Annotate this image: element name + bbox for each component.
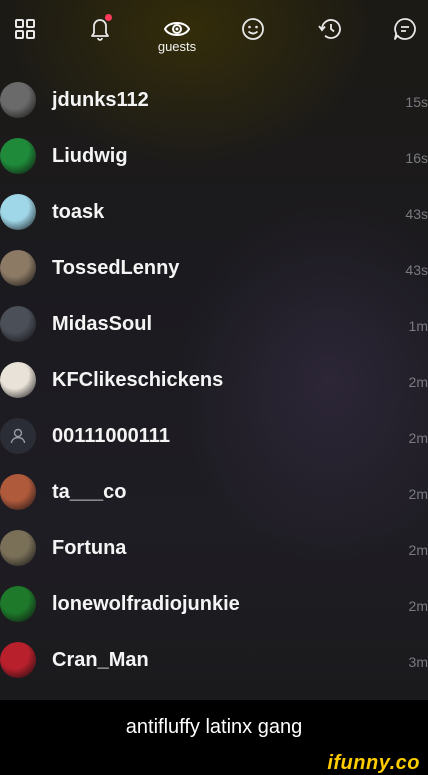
guest-visit-time: 43s: [405, 262, 428, 278]
notification-dot: [105, 14, 112, 21]
guest-username[interactable]: lonewolfradiojunkie: [52, 593, 240, 616]
guest-visit-time: 2m: [408, 486, 428, 502]
guest-username[interactable]: toask: [52, 201, 104, 224]
tab-label-guests[interactable]: guests: [150, 39, 204, 54]
avatar[interactable]: [0, 138, 36, 174]
default-user-icon: [10, 428, 26, 444]
guest-visit-time: 15s: [405, 94, 428, 110]
guest-row[interactable]: jdunks112 15s: [0, 72, 428, 128]
history-icon[interactable]: [313, 12, 347, 46]
guest-row[interactable]: ta___co 2m: [0, 464, 428, 520]
guest-visit-time: 2m: [408, 542, 428, 558]
grid-icon[interactable]: [8, 12, 42, 46]
top-tab-bar: guests: [0, 0, 428, 72]
guest-row[interactable]: Cran_Man 3m: [0, 632, 428, 688]
avatar[interactable]: [0, 82, 36, 118]
guest-row[interactable]: Liudwig 16s: [0, 128, 428, 184]
guest-row[interactable]: KFClikeschickens 2m: [0, 352, 428, 408]
guest-username[interactable]: TossedLenny: [52, 257, 179, 280]
guest-username[interactable]: ta___co: [52, 481, 127, 504]
avatar[interactable]: [0, 362, 36, 398]
guest-username[interactable]: Liudwig: [52, 145, 128, 168]
avatar[interactable]: [0, 474, 36, 510]
avatar[interactable]: [0, 642, 36, 678]
chat-icon[interactable]: [388, 12, 422, 46]
guest-username[interactable]: Fortuna: [52, 537, 126, 560]
guest-visit-time: 2m: [408, 374, 428, 390]
guest-username[interactable]: 00111000111: [52, 425, 170, 448]
meme-caption: antifluffy latinx gang: [0, 700, 428, 754]
smiley-icon[interactable]: [236, 12, 270, 46]
bell-icon[interactable]: [83, 12, 117, 46]
guest-visit-time: 1m: [408, 318, 428, 334]
guest-row[interactable]: MidasSoul 1m: [0, 296, 428, 352]
ifunny-watermark: ifunny.co: [327, 752, 420, 774]
guest-row[interactable]: lonewolfradiojunkie 2m: [0, 576, 428, 632]
guest-username[interactable]: Cran_Man: [52, 649, 149, 672]
guests-screen: guests jdunks112 15s Liudwig 16s toask 43s Tos…: [0, 0, 428, 700]
avatar[interactable]: [0, 418, 36, 454]
guest-row[interactable]: toask 43s: [0, 184, 428, 240]
avatar[interactable]: [0, 530, 36, 566]
guest-visit-time: 16s: [405, 150, 428, 166]
guest-visit-time: 3m: [408, 654, 428, 670]
guest-username[interactable]: KFClikeschickens: [52, 369, 223, 392]
guest-visit-time: 2m: [408, 598, 428, 614]
guest-row[interactable]: 00111000111 2m: [0, 408, 428, 464]
avatar[interactable]: [0, 250, 36, 286]
guest-username[interactable]: MidasSoul: [52, 313, 152, 336]
guest-row[interactable]: Fortuna 2m: [0, 520, 428, 576]
guest-row[interactable]: TossedLenny 43s: [0, 240, 428, 296]
guest-visit-time: 2m: [408, 430, 428, 446]
avatar[interactable]: [0, 306, 36, 342]
avatar[interactable]: [0, 194, 36, 230]
guest-visit-time: 43s: [405, 206, 428, 222]
avatar[interactable]: [0, 586, 36, 622]
guest-username[interactable]: jdunks112: [52, 89, 149, 112]
